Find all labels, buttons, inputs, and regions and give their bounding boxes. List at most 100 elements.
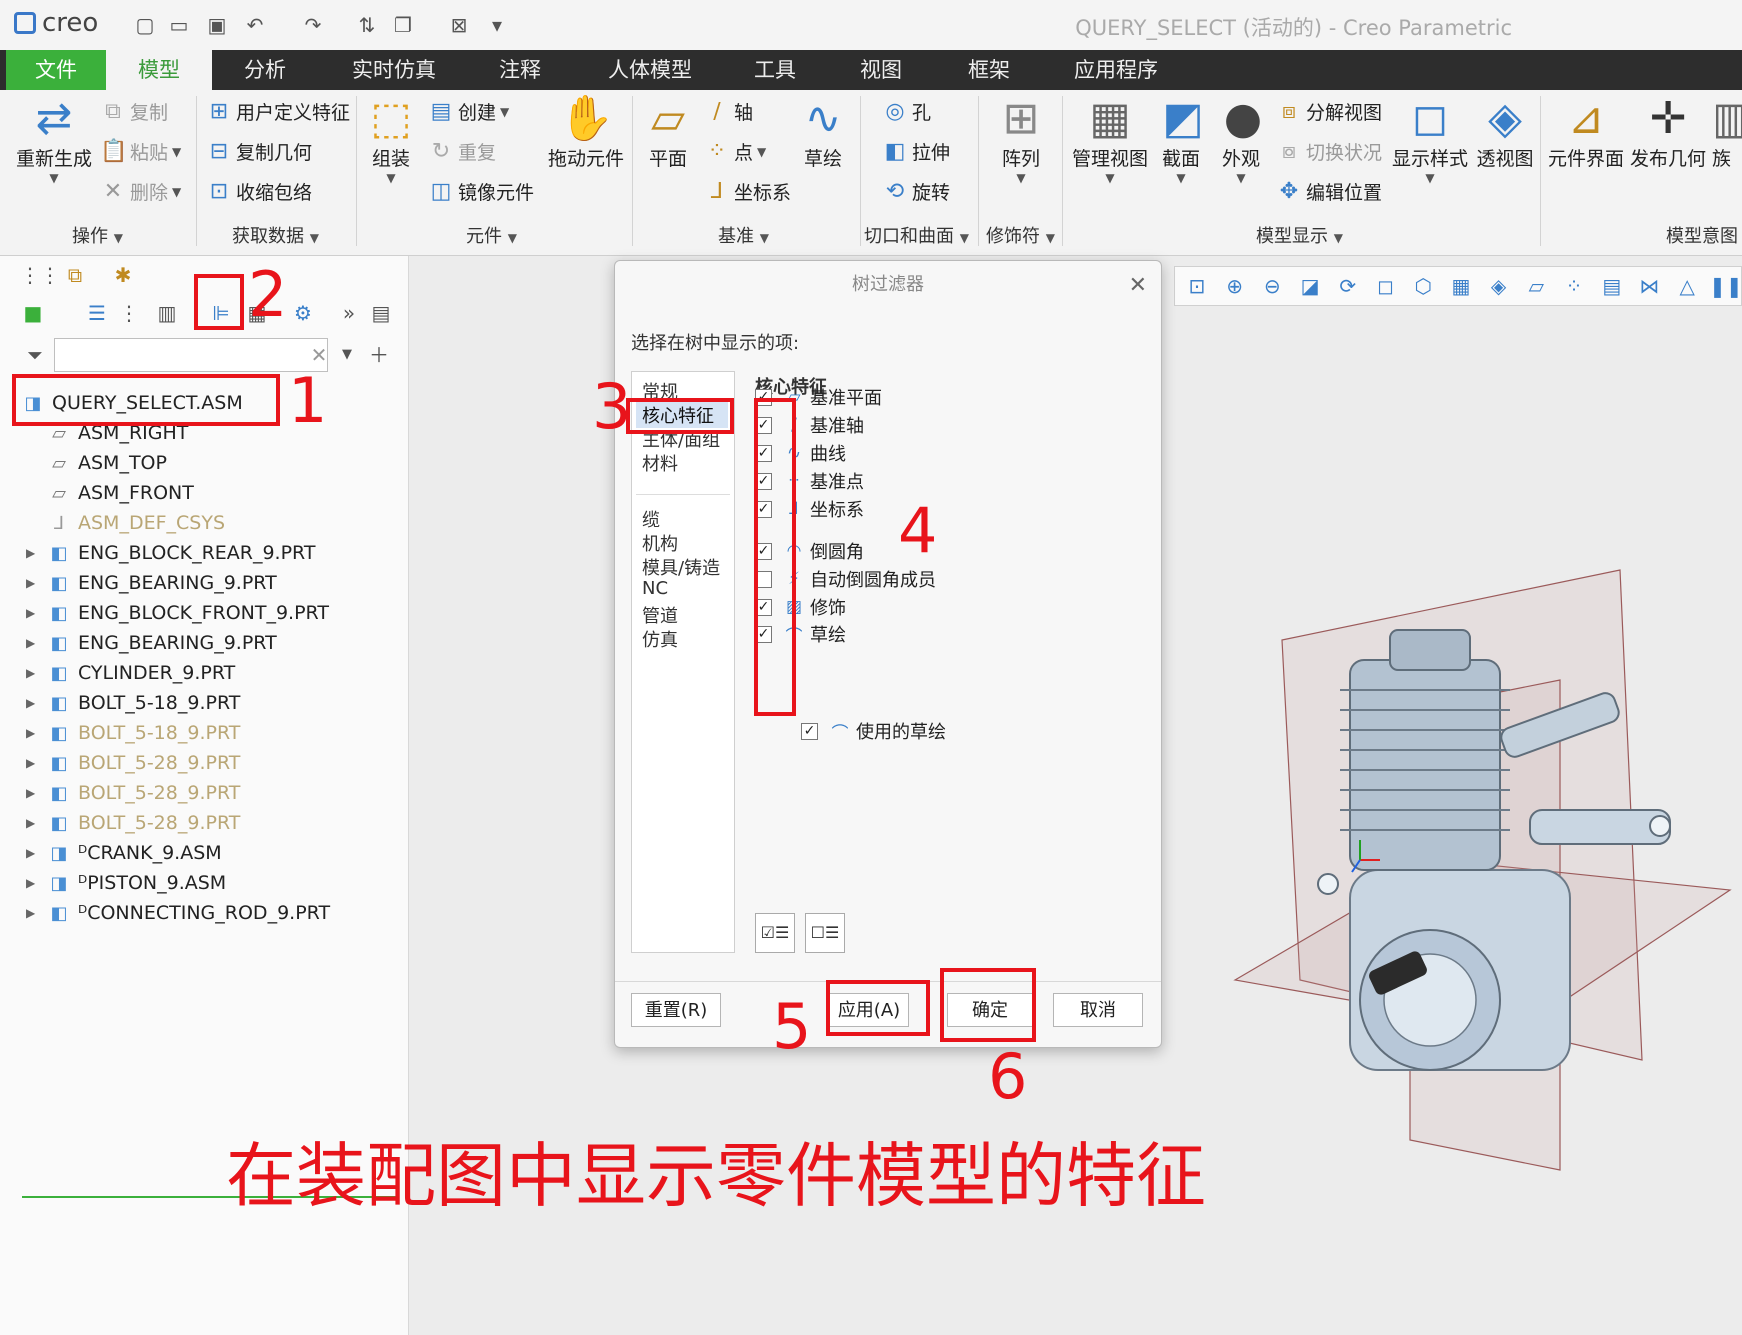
show-icon[interactable]: ▤ [368,300,394,326]
tree-item[interactable]: ▶ ◧ BOLT_5-28_9.PRT [0,808,400,838]
close-icon[interactable]: ✕ [1129,273,1147,298]
tab-view[interactable]: 视图 [846,50,916,90]
group-label-model-intent[interactable]: 模型意图 [1666,222,1738,248]
tree-expand-icon[interactable]: ⋮ [116,300,142,326]
publish-geometry-button[interactable]: ✛ 发布几何 [1630,94,1706,171]
group-label-operations[interactable]: 操作 ▼ [72,222,123,248]
expand-arrow-icon[interactable]: ▶ [26,876,46,890]
tree-item[interactable]: ▶ ◧ ENG_BLOCK_REAR_9.PRT [0,538,400,568]
reset-button[interactable]: 重置(R) [631,993,721,1027]
section-button[interactable]: ◩ 截面 ▼ [1156,94,1206,186]
tree-item[interactable]: ▶ ◧ BOLT_5-18_9.PRT [0,718,400,748]
pause-icon[interactable]: ❚❚ [1709,274,1742,298]
group-label-get-data[interactable]: 获取数据 ▼ [232,222,319,248]
save-icon[interactable]: ▣ [204,12,230,38]
tree-item[interactable]: ▶ ◨ ᴰPISTON_9.ASM [0,868,400,898]
manage-views-button[interactable]: ▦ 管理视图 ▼ [1070,94,1150,186]
tree-item[interactable]: ▶ ◧ ENG_BLOCK_FRONT_9.PRT [0,598,400,628]
tab-live-simulation[interactable]: 实时仿真 [336,50,452,90]
tree-item[interactable]: ▶ ◧ ENG_BEARING_9.PRT [0,568,400,598]
toggle-status-button[interactable]: ⧇ 切换状况 [1276,138,1382,165]
expand-arrow-icon[interactable]: ▶ [26,576,46,590]
plane-button[interactable]: ▱ 平面 [640,94,696,171]
expand-arrow-icon[interactable]: ▶ [26,696,46,710]
category-item[interactable]: 缆 [642,506,660,532]
datum-points-display-icon[interactable]: ⁘ [1558,274,1590,298]
axis-button[interactable]: ∕ 轴 [704,98,753,125]
tab-framework[interactable]: 框架 [954,50,1024,90]
close-window-icon[interactable]: ⊠ [446,12,472,38]
spin-center-icon[interactable]: ⟳ [1332,274,1364,298]
tree-item[interactable]: ▶ ◧ CYLINDER_9.PRT [0,658,400,688]
tree-item[interactable]: ▶ ◧ BOLT_5-18_9.PRT [0,688,400,718]
delete-button[interactable]: ✕ 删除 ▼ [100,178,181,205]
refit-icon[interactable]: ⊡ [1181,274,1213,298]
expand-arrow-icon[interactable]: ▶ [26,756,46,770]
chevron-down-icon[interactable]: ▼ [334,342,360,368]
csys-button[interactable]: ⅃ 坐标系 [704,178,791,205]
expand-arrow-icon[interactable]: ▶ [26,546,46,560]
repeat-button[interactable]: ↻ 重复 [428,138,496,165]
display-style-icon[interactable]: ◻ [1370,274,1402,298]
appearance-button[interactable]: ● 外观 ▼ [1216,94,1266,186]
category-item[interactable]: 机构 [642,530,678,556]
revolve-button[interactable]: ⟲ 旋转 [882,178,950,205]
expand-arrow-icon[interactable]: ▶ [26,816,46,830]
deselect-all-button[interactable]: ☐☰ [805,913,845,953]
tree-item[interactable]: ▱ ASM_TOP [0,448,400,478]
expand-arrow-icon[interactable]: ▶ [26,636,46,650]
tree-item[interactable]: ▶ ◧ ᴰCONNECTING_ROD_9.PRT [0,898,400,928]
undo-icon[interactable]: ↶ [242,12,268,38]
view-manager-icon[interactable]: ▦ [1445,274,1477,298]
spin-display-icon[interactable]: ⋈ [1634,274,1666,298]
tab-applications[interactable]: 应用程序 [1060,50,1172,90]
zoom-out-icon[interactable]: ⊖ [1256,274,1288,298]
tree-item[interactable]: ▶ ◧ BOLT_5-28_9.PRT [0,748,400,778]
feature-option-used-sketch[interactable]: ✓ ⌒ 使用的草绘 [801,718,946,744]
datum-planes-display-icon[interactable]: ▱ [1520,274,1552,298]
tab-annotate[interactable]: 注释 [478,50,562,90]
extrude-button[interactable]: ◧ 拉伸 [882,138,950,165]
model-tree-icon[interactable]: ■ [20,300,46,326]
hole-button[interactable]: ◎ 孔 [882,98,931,125]
shrinkwrap-button[interactable]: ⊡ 收缩包络 [206,178,312,205]
favorites-tab-icon[interactable]: ✱ [110,262,136,288]
used-sketch-checkbox[interactable]: ✓ [801,722,818,740]
expand-arrow-icon[interactable]: ▶ [26,846,46,860]
edit-position-button[interactable]: ✥ 编辑位置 [1276,178,1382,205]
engine-model-viewport[interactable] [1230,560,1742,1180]
pattern-button[interactable]: ⊞ 阵列 ▼ [990,94,1052,186]
customize-icon[interactable]: ▾ [484,12,510,38]
layer-tree-tab-icon[interactable]: ⧉ [62,262,88,288]
annotation-display-icon[interactable]: ▤ [1596,274,1628,298]
select-all-button[interactable]: ☑☰ [755,913,795,953]
cancel-button[interactable]: 取消 [1053,993,1143,1027]
tree-list-icon[interactable]: ☰ [84,300,110,326]
tree-item[interactable]: ▶ ◧ BOLT_5-28_9.PRT [0,778,400,808]
tree-search-input[interactable] [54,338,328,372]
tree-item[interactable]: ▶ ◨ ᴰCRANK_9.ASM [0,838,400,868]
redo-icon[interactable]: ↷ [300,12,326,38]
group-label-component[interactable]: 元件 ▼ [466,222,517,248]
regenerate-icon[interactable]: ⇅ [354,12,380,38]
repaint-icon[interactable]: ◪ [1294,274,1326,298]
expand-arrow-icon[interactable]: ▶ [26,726,46,740]
explode-view-button[interactable]: ⧈ 分解视图 [1276,98,1382,125]
simulation-display-icon[interactable]: △ [1671,274,1703,298]
group-label-modifier[interactable]: 修饰符 ▼ [986,222,1055,248]
family-table-button[interactable]: ▥ 族 [1712,94,1742,171]
group-label-cut-surface[interactable]: 切口和曲面 ▼ [864,222,969,248]
group-label-datum[interactable]: 基准 ▼ [718,222,769,248]
component-interface-button[interactable]: ⊿ 元件界面 [1548,94,1624,171]
create-button[interactable]: ▤ 创建 ▼ [428,98,510,125]
tab-file[interactable]: 文件 [6,50,106,90]
paste-button[interactable]: 📋 粘贴 ▼ [100,138,181,165]
expand-arrow-icon[interactable]: ▶ [26,786,46,800]
saved-orientations-icon[interactable]: ⬡ [1407,274,1439,298]
regenerate-button[interactable]: ⇄ 重新生成 ▼ [16,94,92,186]
group-label-model-display[interactable]: 模型显示 ▼ [1256,222,1343,248]
drag-component-button[interactable]: ✋ 拖动元件 [548,94,624,171]
expand-arrow-icon[interactable]: ▶ [26,666,46,680]
more-icon[interactable]: » [336,300,362,326]
mirror-component-button[interactable]: ◫ 镜像元件 [428,178,534,205]
